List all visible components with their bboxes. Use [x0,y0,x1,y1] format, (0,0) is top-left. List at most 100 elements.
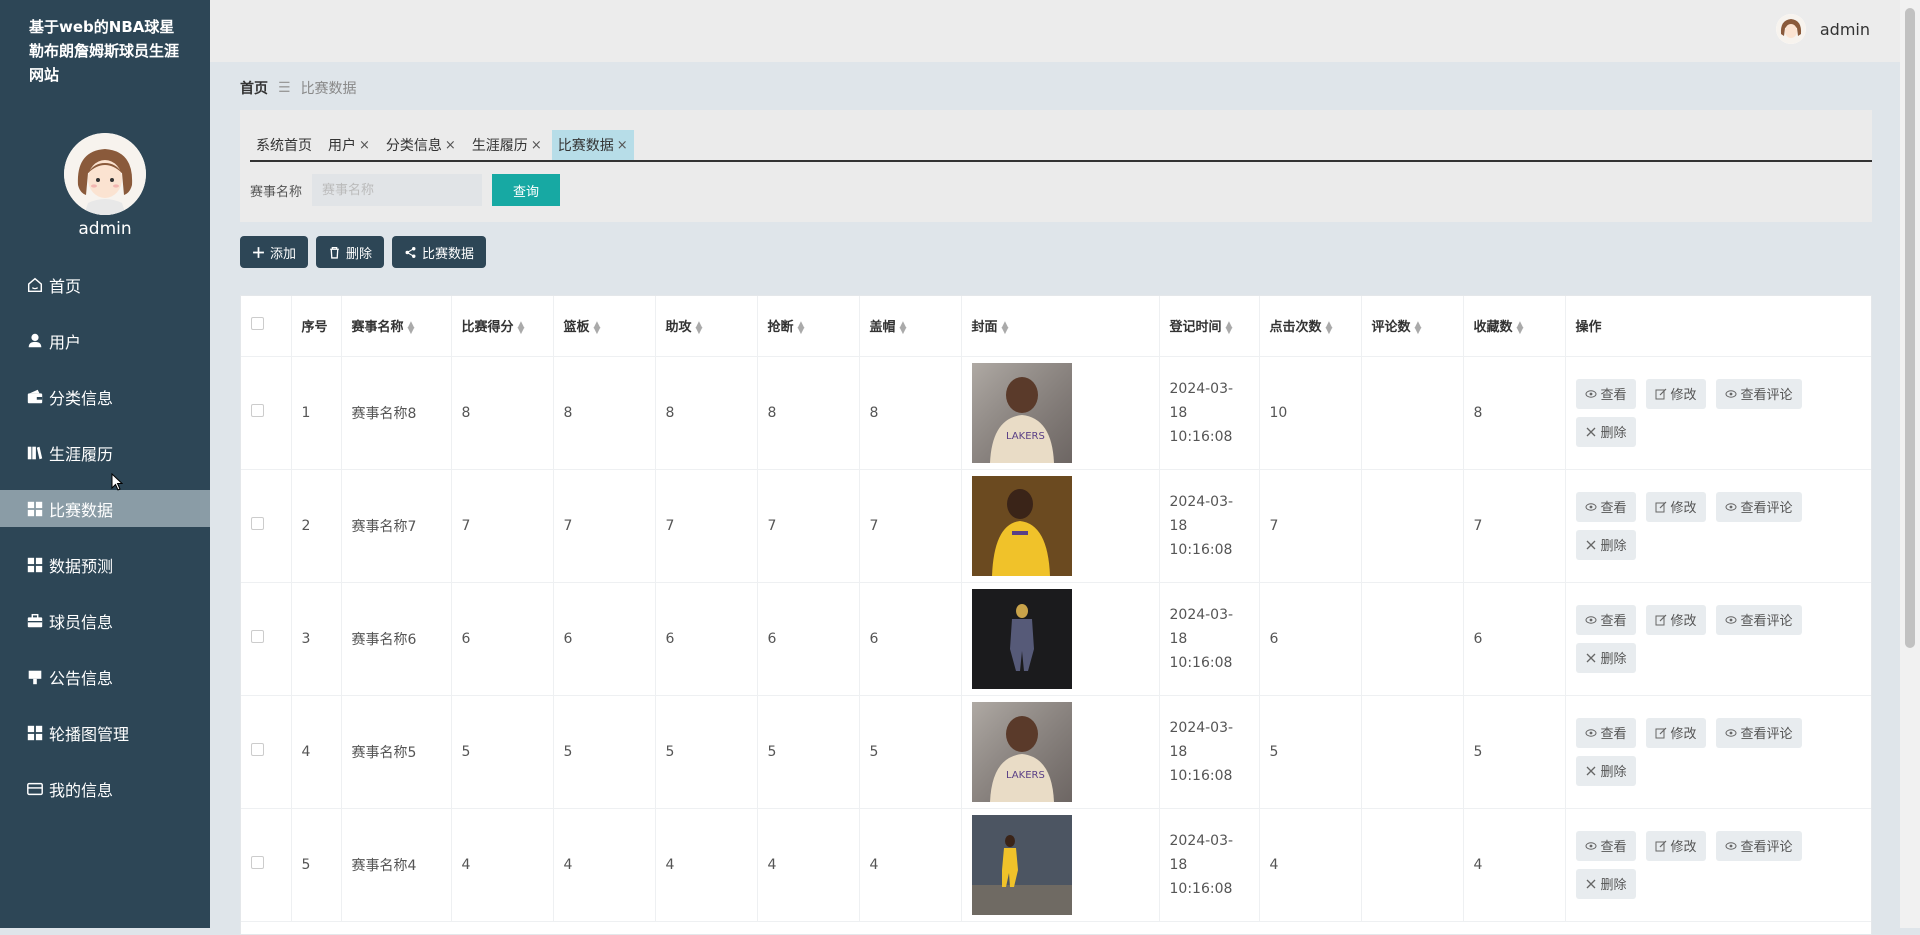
cell-assist: 6 [655,582,758,696]
sidebar-item-career[interactable]: 生涯履历 [0,434,210,471]
top-user-menu[interactable]: admin [1775,14,1870,44]
view-button[interactable]: 查看 [1575,830,1636,861]
cell-score: 7 [451,469,554,583]
row-delete-button[interactable]: 删除 [1575,755,1636,786]
header-date[interactable]: 登记时间 ▲ ▼ [1159,296,1260,357]
header-name[interactable]: 赛事名称 ▲ ▼ [341,296,452,357]
sidebar-item-home[interactable]: 首页 [0,266,210,303]
header-cover[interactable]: 封面 ▲ ▼ [961,296,1160,357]
cell-date-time: 10:16:08 [1169,880,1233,897]
scrollbar-thumb[interactable] [1905,8,1915,648]
delete-button[interactable]: 删除 [316,236,385,268]
sidebar-item-notice[interactable]: 公告信息 [0,658,210,695]
table-row: 2 赛事名称7 7 7 7 7 7 2024-03-18 10:16:08 7 … [241,469,1871,583]
row-delete-button[interactable]: 删除 [1575,868,1636,899]
sidebar-item-my-info[interactable]: 我的信息 [0,770,210,807]
row-delete-button[interactable]: 删除 [1575,529,1636,560]
cell-clicks: 6 [1259,582,1362,696]
tab-career[interactable]: 生涯履历 × [466,130,548,160]
view-button[interactable]: 查看 [1575,491,1636,522]
tab-category[interactable]: 分类信息 × [380,130,462,160]
sidebar-item-player[interactable]: 球员信息 [0,602,210,639]
header-clicks[interactable]: 点击次数 ▲ ▼ [1259,296,1362,357]
cell-score: 4 [451,808,554,922]
eye-icon [1585,502,1596,511]
edit-button-label: 修改 [1670,727,1697,742]
cover-image[interactable]: LAKERS [971,362,1072,463]
view-comments-button[interactable]: 查看评论 [1715,717,1802,748]
tab-match-data[interactable]: 比赛数据 × [551,130,634,160]
sort-icon[interactable]: ▲ ▼ [1226,320,1233,335]
close-icon[interactable]: × [531,138,542,153]
sort-icon[interactable]: ▲ ▼ [594,320,601,335]
sidebar-item-carousel[interactable]: 轮播图管理 [0,714,210,751]
search-input[interactable] [312,174,483,206]
cell-date-day: 2024-03-18 [1169,380,1234,421]
row-checkbox[interactable] [251,856,264,869]
header-comments[interactable]: 评论数 ▲ ▼ [1361,296,1464,357]
sort-icon[interactable]: ▲ ▼ [1517,320,1524,335]
row-delete-button[interactable]: 删除 [1575,642,1636,673]
cover-image[interactable] [971,588,1072,689]
view-comments-button[interactable]: 查看评论 [1715,830,1802,861]
table-row: 4 赛事名称5 5 5 5 5 5 LAKERS 2024-03-18 10:1… [241,695,1871,809]
row-checkbox[interactable] [251,517,264,530]
tab-user[interactable]: 用户 × [322,130,376,160]
sidebar-item-prediction[interactable]: 数据预测 [0,546,210,583]
cell-comments [1361,582,1464,696]
view-button[interactable]: 查看 [1575,717,1636,748]
close-icon[interactable]: × [445,138,456,153]
cover-image[interactable] [971,475,1072,576]
cell-favs: 7 [1463,469,1566,583]
tab-system-home[interactable]: 系统首页 [250,130,318,160]
tab-label: 比赛数据 [557,138,614,154]
edit-button[interactable]: 修改 [1645,830,1706,861]
header-score[interactable]: 比赛得分 ▲ ▼ [451,296,554,357]
sort-icon[interactable]: ▲ ▼ [1326,320,1333,335]
search-button[interactable]: 查询 [492,174,561,206]
sort-icon[interactable]: ▲ ▼ [1002,320,1009,335]
row-checkbox[interactable] [251,743,264,756]
view-button[interactable]: 查看 [1575,378,1636,409]
row-checkbox[interactable] [251,630,264,643]
header-label: 盖帽 [869,320,896,336]
edit-button[interactable]: 修改 [1645,604,1706,635]
view-button[interactable]: 查看 [1575,604,1636,635]
view-comments-button[interactable]: 查看评论 [1715,378,1802,409]
match-stats-button[interactable]: 比赛数据 [392,236,487,268]
cover-image[interactable]: LAKERS [971,701,1072,802]
view-comments-button[interactable]: 查看评论 [1715,604,1802,635]
sort-icon[interactable]: ▲ ▼ [408,320,415,335]
header-block[interactable]: 盖帽 ▲ ▼ [859,296,962,357]
close-icon[interactable]: × [359,138,370,153]
edit-button[interactable]: 修改 [1645,717,1706,748]
breadcrumb-home[interactable]: 首页 [240,78,268,98]
view-comments-button[interactable]: 查看评论 [1715,491,1802,522]
row-checkbox[interactable] [251,404,264,417]
sort-icon[interactable]: ▲ ▼ [1415,320,1422,335]
sort-icon[interactable]: ▲ ▼ [900,320,907,335]
cell-actions: 查看 修改 查看评论 删除 [1565,808,1871,922]
sidebar-item-user[interactable]: 用户 [0,322,210,359]
edit-button[interactable]: 修改 [1645,491,1706,522]
row-delete-button[interactable]: 删除 [1575,416,1636,447]
select-all-checkbox[interactable] [251,317,264,331]
sidebar-item-category[interactable]: 分类信息 [0,378,210,415]
sidebar-item-match-data[interactable]: 比赛数据 [0,490,210,527]
cover-image[interactable] [971,814,1072,915]
header-steal[interactable]: 抢断 ▲ ▼ [757,296,860,357]
cell-rebound: 5 [553,695,656,809]
add-button[interactable]: 添加 [240,236,309,268]
edit-icon [1655,501,1666,512]
cell-date-time: 10:16:08 [1169,767,1233,784]
header-favs[interactable]: 收藏数 ▲ ▼ [1463,296,1566,357]
page-scrollbar[interactable] [1900,0,1920,928]
tab-label: 用户 [328,138,356,154]
close-icon[interactable]: × [617,138,628,153]
edit-button[interactable]: 修改 [1645,378,1706,409]
header-rebound[interactable]: 篮板 ▲ ▼ [553,296,656,357]
header-assist[interactable]: 助攻 ▲ ▼ [655,296,758,357]
sort-icon[interactable]: ▲ ▼ [518,320,525,335]
sort-icon[interactable]: ▲ ▼ [696,320,703,335]
sort-icon[interactable]: ▲ ▼ [798,320,805,335]
